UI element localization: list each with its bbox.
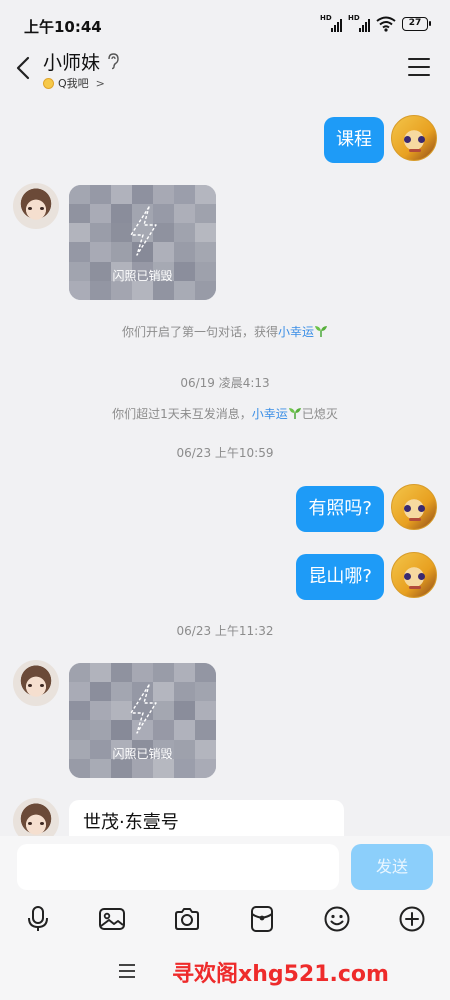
contact-avatar[interactable] <box>13 183 59 229</box>
status-subtitle[interactable]: Q我吧 > <box>43 75 105 91</box>
timestamp: 06/23 上午10:59 <box>176 446 274 460</box>
plus-icon[interactable] <box>398 905 426 933</box>
system-notice: 你们开启了第一句对话，获得小幸运 <box>0 323 450 340</box>
back-icon[interactable] <box>14 56 32 80</box>
system-nav-bar: 寻欢阁xhg521.com <box>0 942 450 1000</box>
emoji-icon[interactable] <box>323 905 351 933</box>
status-indicators: HD HD 27 <box>320 14 431 32</box>
message-bubble-sent[interactable]: 课程 <box>324 117 384 163</box>
flash-photo-label: 闪照已销毁 <box>112 269 173 283</box>
input-bar: 发送 <box>0 836 450 898</box>
sprout-icon <box>288 408 301 419</box>
sprout-icon <box>315 326 328 337</box>
status-bar: 上午10:44 HD HD 27 <box>0 0 450 44</box>
chat-header: 小师妹 Q我吧 > <box>0 44 450 96</box>
input-toolbar <box>0 898 450 942</box>
system-notice: 你们超过1天未互发消息，小幸运 已熄灭 <box>112 407 338 421</box>
flash-photo-label: 闪照已销毁 <box>112 747 173 761</box>
mood-icon <box>43 77 54 89</box>
camera-icon[interactable] <box>173 905 201 933</box>
my-avatar[interactable] <box>391 552 437 598</box>
red-packet-icon[interactable] <box>248 905 276 933</box>
contact-avatar[interactable] <box>13 660 59 706</box>
timestamp: 06/23 上午11:32 <box>176 624 274 638</box>
watermark: 寻欢阁xhg521.com <box>172 962 389 987</box>
nav-menu-icon[interactable] <box>119 964 135 978</box>
message-bubble-sent[interactable]: 昆山哪? <box>296 554 384 600</box>
subtitle-text: Q我吧 <box>58 77 89 90</box>
ear-icon <box>108 53 119 70</box>
wifi-icon <box>376 16 396 32</box>
battery-icon: 27 <box>402 17 431 31</box>
send-button[interactable]: 发送 <box>351 844 433 890</box>
flash-photo-destroyed[interactable]: 闪照已销毁 <box>69 663 216 778</box>
chat-title[interactable]: 小师妹 <box>43 48 100 75</box>
message-bubble-sent[interactable]: 有照吗? <box>296 486 384 532</box>
message-input[interactable] <box>17 844 339 890</box>
my-avatar[interactable] <box>391 115 437 161</box>
signal-icon: HD <box>348 14 370 32</box>
status-time: 上午10:44 <box>24 18 102 36</box>
my-avatar[interactable] <box>391 484 437 530</box>
timestamp: 06/19 凌晨4:13 <box>180 376 270 390</box>
flash-bolt-icon <box>129 206 157 256</box>
flash-bolt-icon <box>129 684 157 734</box>
lucky-link[interactable]: 小幸运 <box>252 407 288 421</box>
mic-icon[interactable] <box>24 905 52 933</box>
chevron-right-icon: > <box>95 76 105 90</box>
menu-icon[interactable] <box>408 58 430 76</box>
lucky-link[interactable]: 小幸运 <box>278 325 314 339</box>
image-icon[interactable] <box>98 905 126 933</box>
flash-photo-destroyed[interactable]: 闪照已销毁 <box>69 185 216 300</box>
signal-icon: HD <box>320 14 342 32</box>
